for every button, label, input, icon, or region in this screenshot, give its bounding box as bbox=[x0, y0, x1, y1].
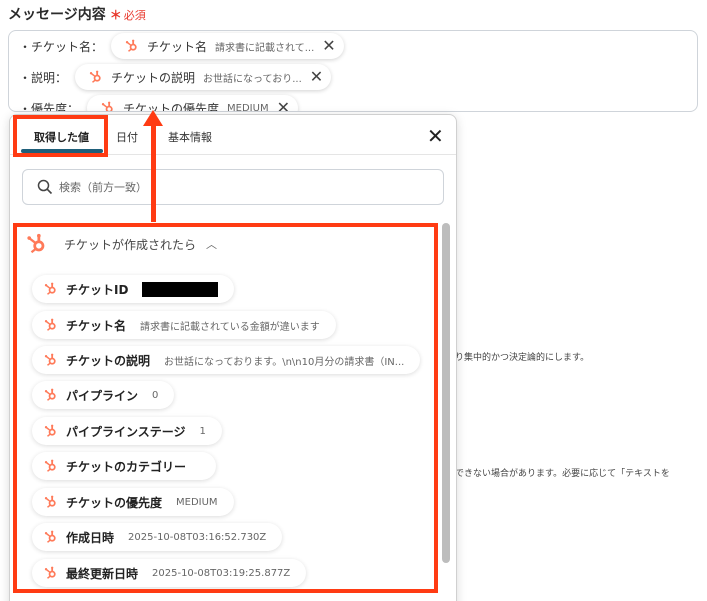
chip-name: チケットの説明 bbox=[111, 70, 196, 85]
chip-value: お世話になっており... bbox=[203, 73, 302, 85]
hubspot-icon bbox=[89, 70, 103, 84]
highlight-tab-box bbox=[13, 115, 108, 157]
line-label: ・優先度： bbox=[19, 101, 80, 112]
background-help-text: り集中的かつ決定論的にします。 bbox=[455, 353, 590, 363]
chip-value: MEDIUM bbox=[227, 102, 269, 112]
variable-chip-priority[interactable]: チケットの優先度 MEDIUM ✕ bbox=[87, 95, 298, 112]
search-input[interactable] bbox=[59, 180, 419, 194]
close-icon[interactable]: ✕ bbox=[427, 126, 444, 146]
background-help-text: できない場合があります。必要に応じて「テキストを bbox=[455, 469, 670, 479]
hubspot-icon bbox=[101, 101, 115, 111]
required-star: ＊ bbox=[109, 8, 122, 22]
required-text: 必須 bbox=[123, 9, 146, 22]
chip-name: チケット名 bbox=[147, 39, 208, 54]
message-content-editor[interactable]: ・チケット名： チケット名 請求書に記載されて... ✕ ・説明： チケットの説… bbox=[8, 30, 698, 112]
variable-chip-ticket-name[interactable]: チケット名 請求書に記載されて... ✕ bbox=[111, 33, 344, 59]
search-box[interactable] bbox=[22, 169, 444, 205]
chip-value: 請求書に記載されて... bbox=[215, 42, 315, 54]
close-icon[interactable]: ✕ bbox=[277, 100, 290, 112]
line-label: ・チケット名： bbox=[19, 39, 104, 54]
close-icon[interactable]: ✕ bbox=[322, 38, 335, 54]
message-field-label: メッセージ内容＊必須 bbox=[8, 4, 146, 24]
message-line-ticket-name: ・チケット名： チケット名 請求書に記載されて... ✕ bbox=[19, 33, 344, 59]
search-icon bbox=[37, 179, 53, 195]
variable-chip-description[interactable]: チケットの説明 お世話になっており... ✕ bbox=[75, 64, 332, 90]
close-icon[interactable]: ✕ bbox=[310, 69, 323, 85]
popup-scrollbar[interactable] bbox=[442, 223, 450, 563]
arrow-up-icon bbox=[143, 110, 163, 126]
tab-date[interactable]: 日付 bbox=[116, 129, 138, 145]
line-label: ・説明： bbox=[19, 70, 68, 85]
highlight-list-box bbox=[13, 223, 438, 593]
arrow-shaft bbox=[151, 122, 156, 222]
hubspot-icon bbox=[125, 39, 139, 53]
field-label-text: メッセージ内容 bbox=[8, 7, 106, 23]
message-line-description: ・説明： チケットの説明 お世話になっており... ✕ bbox=[19, 64, 332, 90]
tab-basic-info[interactable]: 基本情報 bbox=[168, 129, 212, 145]
chip-name: チケットの優先度 bbox=[123, 101, 220, 112]
